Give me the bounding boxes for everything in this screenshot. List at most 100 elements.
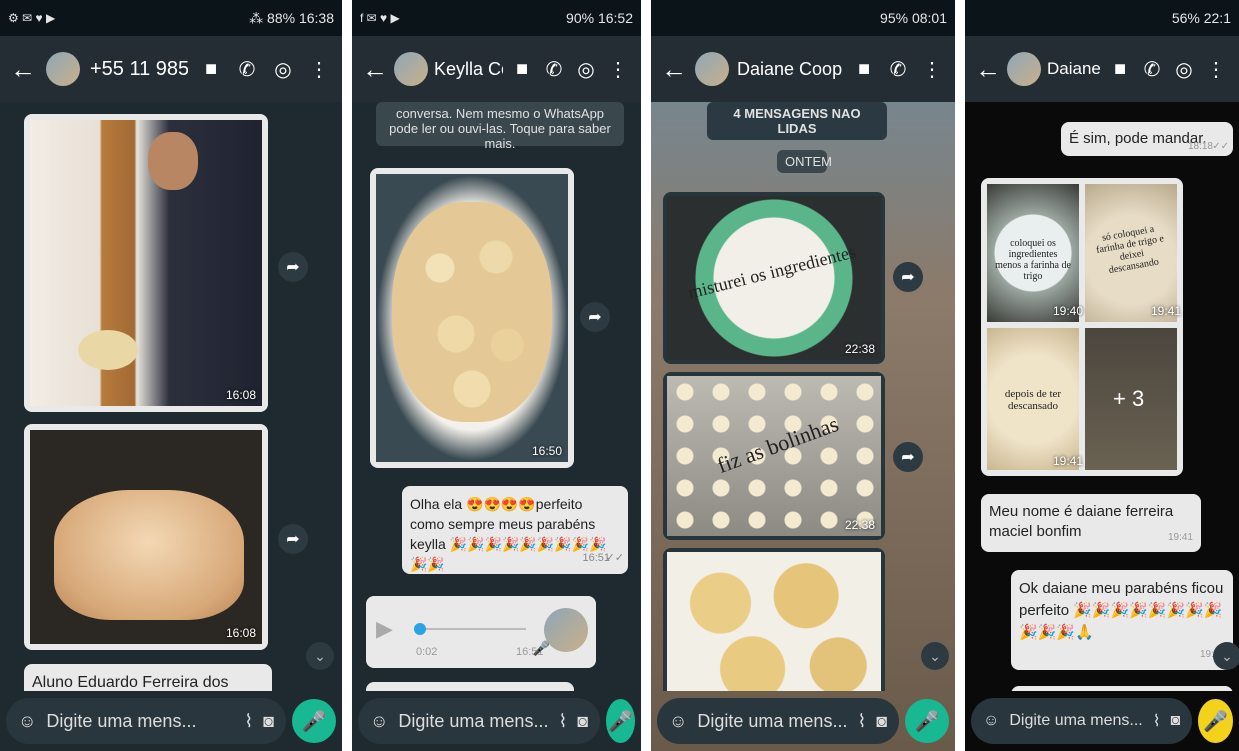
text-message[interactable]: Meu nome é daiane ferreira maciel bonfim… <box>981 494 1201 552</box>
emoji-icon[interactable]: ☺ <box>370 711 388 732</box>
message-text: Meu nome é daiane ferreira maciel bonfim <box>989 503 1174 540</box>
location-icon[interactable]: ◎ <box>573 57 599 82</box>
attach-icon[interactable]: ⌇ <box>558 711 567 732</box>
menu-icon[interactable]: ⋮ <box>306 57 332 82</box>
contact-name[interactable]: Daiane Coop <box>737 59 843 80</box>
image-message[interactable] <box>663 548 885 691</box>
contact-name[interactable]: +55 11 985... <box>90 58 188 81</box>
menu-icon[interactable]: ⋮ <box>919 57 945 82</box>
album-more-count[interactable]: + 3 <box>1113 386 1144 412</box>
sent-message[interactable]: É sim, pode mandar. 18:18 ✓✓ <box>1061 122 1233 156</box>
contact-avatar[interactable] <box>695 52 729 86</box>
message-input[interactable]: ☺ Digite uma mens... ⌇ ◙ <box>6 698 286 744</box>
message-input[interactable]: ☺ Digite uma mens... ⌇ ◙ <box>358 698 601 744</box>
mic-button[interactable]: 🎤 <box>606 699 635 743</box>
mic-button[interactable]: 🎤 <box>292 699 336 743</box>
voice-call-icon[interactable]: ✆ <box>541 57 567 82</box>
voice-call-icon[interactable]: ✆ <box>885 57 911 82</box>
forward-icon[interactable]: ➦ <box>278 524 308 554</box>
menu-icon[interactable]: ⋮ <box>1203 57 1229 82</box>
album-photo-timestamp: 19:41 <box>1053 454 1084 468</box>
message-timestamp: 18:18 <box>1187 141 1213 152</box>
audio-message[interactable]: ▶ 0:02 16:51 🎤 <box>366 596 596 668</box>
phone-panel-1: ⚙ ✉ ♥ ▶ ⁂ 88% 16:38 ← +55 11 985... ■ ✆ … <box>0 0 342 751</box>
input-bar: ☺ Digite uma mens... ⌇ ◙ 🎤 <box>651 691 955 751</box>
video-call-icon[interactable]: ■ <box>1107 58 1133 81</box>
attach-icon[interactable]: ⌇ <box>244 711 253 732</box>
emoji-icon[interactable]: ☺ <box>18 711 36 732</box>
forward-icon[interactable]: ➦ <box>893 262 923 292</box>
camera-icon[interactable]: ◙ <box>577 711 588 732</box>
read-ticks-icon: ✓✓ <box>1212 141 1229 152</box>
audio-progress-knob[interactable] <box>414 623 426 635</box>
message-input[interactable]: ☺ Digite uma mens... ⌇ ◙ <box>971 698 1193 744</box>
location-icon[interactable]: ◎ <box>270 57 296 82</box>
chat-area: conversa. Nem mesmo o WhatsApp pode ler … <box>352 102 641 691</box>
video-call-icon[interactable]: ■ <box>851 58 877 81</box>
scroll-down-icon[interactable]: ⌄ <box>306 642 334 670</box>
bread-pile <box>392 202 552 422</box>
voice-call-icon[interactable]: ✆ <box>1139 57 1165 82</box>
mic-icon: 🎤 <box>1203 710 1229 733</box>
photo-timestamp: 22:38 <box>844 518 875 532</box>
scroll-down-icon[interactable]: ⌄ <box>1213 642 1239 670</box>
attach-icon[interactable]: ⌇ <box>857 711 866 732</box>
sent-message[interactable]: Ok daiane meu parabéns ficou perfeito 🎉🎉… <box>1011 570 1233 670</box>
voice-call-icon[interactable]: ✆ <box>234 57 260 82</box>
menu-icon[interactable]: ⋮ <box>605 57 631 82</box>
camera-icon[interactable]: ◙ <box>1171 712 1181 730</box>
image-message[interactable]: 16:08 <box>24 424 268 650</box>
input-bar: ☺ Digite uma mens... ⌇ ◙ 🎤 <box>0 691 342 751</box>
chat-header: ← +55 11 985... ■ ✆ ◎ ⋮ <box>0 36 342 102</box>
forward-icon[interactable]: ➦ <box>580 302 610 332</box>
image-message[interactable]: fiz as bolinhas 22:38 <box>663 372 885 540</box>
camera-icon[interactable]: ◙ <box>876 711 887 732</box>
contact-avatar[interactable] <box>394 52 428 86</box>
scroll-down-icon[interactable]: ⌄ <box>921 642 949 670</box>
text-message[interactable]: Aluno Eduardo Ferreira dos Santos <box>24 664 272 691</box>
message-input[interactable]: ☺ Digite uma mens... ⌇ ◙ <box>657 698 900 744</box>
text-message[interactable]: Olha ela 😍😍😍😍perfeito como sempre meus p… <box>402 486 628 574</box>
message-text: É sim, pode mandar. <box>1069 130 1207 147</box>
video-call-icon[interactable]: ■ <box>198 58 224 81</box>
play-icon[interactable]: ▶ <box>376 616 393 642</box>
mic-button[interactable]: 🎤 <box>905 699 949 743</box>
status-time: 95% 08:01 <box>880 10 947 26</box>
camera-icon[interactable]: ◙ <box>263 711 274 732</box>
status-time: 56% 22:1 <box>1171 10 1231 26</box>
location-icon[interactable]: ◎ <box>1171 57 1197 82</box>
photo-timestamp: 22:38 <box>844 342 875 356</box>
back-arrow-icon[interactable]: ← <box>10 56 36 82</box>
back-arrow-icon[interactable]: ← <box>661 56 687 82</box>
forward-icon[interactable]: ➦ <box>278 252 308 282</box>
back-arrow-icon[interactable]: ← <box>362 56 388 82</box>
video-call-icon[interactable]: ■ <box>509 58 535 81</box>
audio-progress-track[interactable] <box>416 628 526 630</box>
image-message[interactable]: misturei os ingredientes 22:38 <box>663 192 885 364</box>
chat-area: 4 MENSAGENS NAO LIDAS ONTEM misturei os … <box>651 102 955 691</box>
contact-name[interactable]: Keylla Coop <box>434 59 503 80</box>
mic-button[interactable]: 🎤 <box>1198 699 1233 743</box>
encryption-notice[interactable]: conversa. Nem mesmo o WhatsApp pode ler … <box>376 102 624 151</box>
message-timestamp: 19:41 <box>1167 532 1193 543</box>
attach-icon[interactable]: ⌇ <box>1153 711 1161 731</box>
album-photo-timestamp: 19:40 <box>1053 304 1084 318</box>
image-message-partial[interactable] <box>366 682 574 691</box>
photo-baked-bread <box>667 552 881 691</box>
status-bar: ⚙ ✉ ♥ ▶ ⁂ 88% 16:38 <box>0 0 342 36</box>
input-placeholder: Digite uma mens... <box>1009 712 1143 729</box>
date-chip: ONTEM <box>777 150 832 173</box>
forward-icon[interactable]: ➦ <box>893 442 923 472</box>
contact-avatar[interactable] <box>1007 52 1041 86</box>
contact-name[interactable]: Daiane Coop <box>1047 59 1101 79</box>
emoji-icon[interactable]: ☺ <box>669 711 687 732</box>
image-message[interactable]: 16:08 <box>24 114 268 412</box>
phone-panel-2: f ✉ ♥ ▶ 90% 16:52 ← Keylla Coop ■ ✆ ◎ ⋮ … <box>352 0 641 751</box>
image-message[interactable]: 16:50 <box>370 168 574 468</box>
image-album[interactable]: coloquei os ingredientes menos a farinha… <box>981 178 1183 476</box>
chat-header: ← Daiane Coop ■ ✆ ◎ ⋮ <box>965 36 1239 102</box>
emoji-icon[interactable]: ☺ <box>983 712 999 730</box>
chat-header: ← Daiane Coop ■ ✆ ⋮ <box>651 36 955 102</box>
back-arrow-icon[interactable]: ← <box>975 56 1001 82</box>
contact-avatar[interactable] <box>46 52 80 86</box>
